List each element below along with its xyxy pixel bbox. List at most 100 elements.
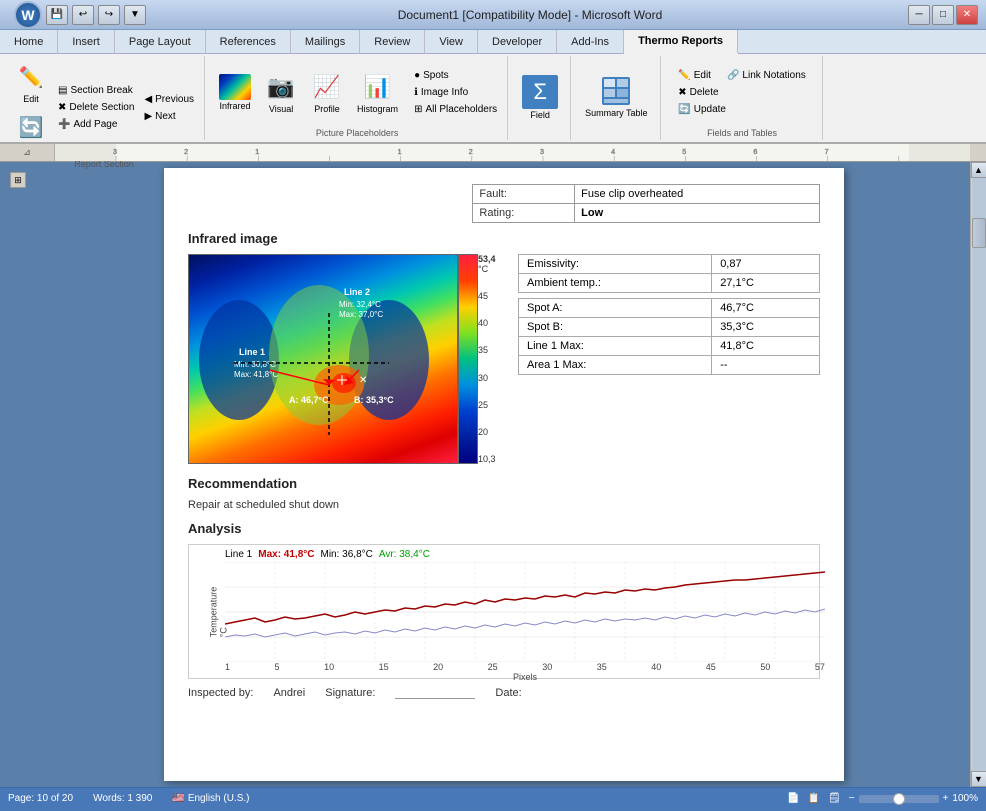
view-mode3-icon[interactable]: 🗒	[828, 793, 841, 804]
spots-button[interactable]: ● Spots	[410, 68, 501, 83]
delete-section-button[interactable]: ✖ Delete Section	[54, 100, 138, 115]
line1-max-row: Line 1 Max: 41,8°C	[519, 337, 820, 356]
customize-btn[interactable]: ▼	[124, 5, 146, 25]
view-mode2-icon[interactable]: 📋	[808, 793, 820, 804]
office-button[interactable]: W	[14, 1, 42, 29]
tab-view[interactable]: View	[425, 30, 478, 54]
scroll-up-btn[interactable]: ▲	[971, 162, 986, 178]
page-info: Page: 10 of 20	[8, 793, 73, 804]
scroll-thumb[interactable]	[972, 218, 986, 248]
summary-table-button[interactable]: Summary Table	[579, 67, 653, 127]
analysis-chart: Line 1 Max: 41,8°C Min: 36,8°C Avr: 38,4…	[188, 544, 820, 679]
analysis-svg: 42 37 32	[225, 562, 825, 662]
fault-rating-table: Fault: Fuse clip overheated Rating: Low	[472, 184, 820, 223]
update2-icon: 🔄	[678, 104, 690, 115]
tab-thermo-reports[interactable]: Thermo Reports	[624, 30, 738, 54]
rating-row: Rating: Low	[473, 204, 820, 223]
histogram-button[interactable]: 📊 Histogram	[351, 62, 404, 122]
save-btn[interactable]: 💾	[46, 5, 68, 25]
undo-btn[interactable]: ↩	[72, 5, 94, 25]
image-info-button[interactable]: ℹ Image Info	[410, 85, 501, 100]
restore-btn[interactable]: □	[932, 5, 954, 25]
update2-button[interactable]: 🔄 Update	[674, 102, 810, 117]
view-mode-icon[interactable]: 📄	[787, 793, 799, 804]
tab-add-ins[interactable]: Add-Ins	[557, 30, 624, 54]
zoom-in-btn[interactable]: +	[943, 793, 949, 804]
spot-b-row: Spot B: 35,3°C	[519, 318, 820, 337]
redo-btn[interactable]: ↪	[98, 5, 120, 25]
recommendation-text: Repair at scheduled shut down	[188, 499, 820, 511]
tab-insert[interactable]: Insert	[58, 30, 115, 54]
fields-tables-label: Fields and Tables	[707, 126, 777, 138]
chart-legend: Line 1 Max: 41,8°C Min: 36,8°C Avr: 38,4…	[225, 549, 809, 560]
fields-tables-col: ✏️ Edit 🔗 Link Notations ✖ Delete 🔄 Upda…	[674, 68, 810, 117]
ribbon-group-report-section: ✏️ Edit 🔄 Update ▤ Section Break ✖ Delet…	[4, 56, 205, 140]
delete2-button[interactable]: ✖ Delete	[674, 85, 810, 100]
infrared-button[interactable]: Infrared	[213, 62, 257, 122]
zoom-control: − + 100%	[849, 793, 978, 804]
scrollbar-vertical[interactable]: ▲ ▼	[970, 162, 986, 787]
spot-b-value: 35,3°C	[712, 318, 820, 337]
y-axis-label: Temperature°C	[208, 586, 228, 637]
visual-button[interactable]: 📷 Visual	[259, 62, 303, 122]
emissivity-row: Emissivity: 0,87	[519, 255, 820, 274]
zoom-out-btn[interactable]: −	[849, 793, 855, 804]
close-btn[interactable]: ✕	[956, 5, 978, 25]
tab-developer[interactable]: Developer	[478, 30, 557, 54]
section-break-button[interactable]: ▤ Section Break	[54, 83, 138, 98]
edit2-button[interactable]: ✏️ Edit	[674, 68, 715, 83]
scale-min: 10,3	[478, 454, 496, 464]
delete2-icon: ✖	[678, 87, 686, 98]
edit-icon: ✏️	[15, 61, 47, 93]
scroll-down-btn[interactable]: ▼	[971, 771, 986, 787]
all-placeholders-button[interactable]: ⊞ All Placeholders	[410, 102, 501, 117]
all-placeholders-icon: ⊞	[414, 104, 422, 115]
svg-text:✕: ✕	[359, 375, 367, 386]
inspected-by-label: Inspected by:	[188, 687, 253, 699]
delete-section-icon: ✖	[58, 102, 66, 113]
view-button[interactable]: ⊞	[10, 172, 26, 188]
summary-table-icon	[600, 75, 632, 107]
tab-review[interactable]: Review	[360, 30, 425, 54]
minimize-btn[interactable]: ─	[908, 5, 930, 25]
svg-text:A: 46,7°C: A: 46,7°C	[289, 395, 329, 405]
tab-home[interactable]: Home	[0, 30, 58, 54]
title-bar: W 💾 ↩ ↪ ▼ Document1 [Compatibility Mode]…	[0, 0, 986, 30]
area1-max-label: Area 1 Max:	[519, 356, 712, 375]
svg-text:7: 7	[825, 149, 829, 156]
x-axis-labels: 1 5 10 15 20 25 30 35 40 45 50 57	[225, 662, 825, 672]
profile-button[interactable]: 📈 Profile	[305, 62, 349, 122]
svg-text:3: 3	[540, 149, 544, 156]
tab-page-layout[interactable]: Page Layout	[115, 30, 206, 54]
svg-text:3: 3	[113, 149, 117, 156]
svg-text:Min: 32,4°C: Min: 32,4°C	[339, 300, 381, 309]
update-icon: 🔄	[15, 111, 47, 143]
spot-a-value: 46,7°C	[712, 299, 820, 318]
inspected-by-value: Andrei	[273, 687, 305, 699]
svg-text:Line 1: Line 1	[239, 347, 265, 357]
svg-text:5: 5	[682, 149, 686, 156]
add-page-button[interactable]: ➕ Add Page	[54, 117, 138, 132]
previous-button[interactable]: ◀ Previous	[140, 92, 198, 107]
title-bar-left: W 💾 ↩ ↪ ▼	[8, 1, 152, 29]
scale-45: 45	[478, 291, 496, 301]
field-button[interactable]: Σ Field	[516, 67, 564, 127]
edit2-icon: ✏️	[678, 70, 690, 81]
link-notations-button[interactable]: 🔗 Link Notations	[723, 68, 810, 83]
field-icon: Σ	[522, 75, 558, 109]
previous-label: Previous	[155, 94, 194, 105]
x-axis-title: Pixels	[225, 672, 825, 682]
infrared-icon	[219, 74, 251, 100]
tab-mailings[interactable]: Mailings	[291, 30, 360, 54]
ribbon-group-field: Σ Field	[510, 56, 571, 140]
tab-references[interactable]: References	[206, 30, 291, 54]
next-button[interactable]: ▶ Next	[140, 109, 198, 124]
doc-scroll-area[interactable]: Fault: Fuse clip overheated Rating: Low …	[38, 162, 970, 787]
ribbon-content: ✏️ Edit 🔄 Update ▤ Section Break ✖ Delet…	[0, 54, 986, 144]
zoom-handle[interactable]	[893, 793, 905, 805]
ir-overlay-svg: Line 1 Min: 36,8°C Max: 41,8°C Line 2 Mi…	[189, 255, 458, 464]
zoom-slider[interactable]	[859, 795, 939, 803]
fault-label: Fault:	[473, 185, 575, 204]
svg-text:2: 2	[184, 149, 188, 156]
edit-button[interactable]: ✏️ Edit	[10, 58, 52, 107]
